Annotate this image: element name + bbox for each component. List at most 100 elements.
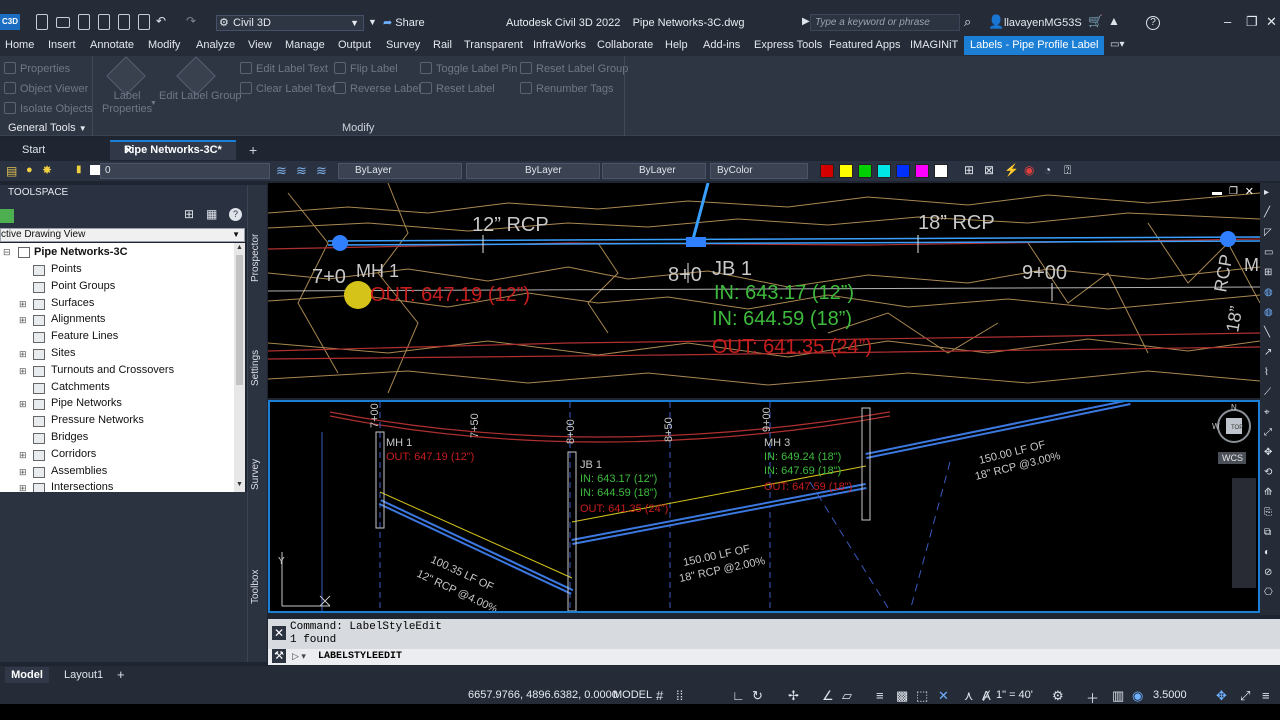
zoom-icon[interactable]: ◉ (1132, 688, 1143, 704)
jb1-out-label[interactable]: OUT: 641.35 (24") (580, 503, 668, 515)
wrench-icon[interactable]: ⚒ (272, 649, 286, 663)
structure-label-jb1[interactable]: JB 1 (580, 459, 602, 471)
mh1-out-label[interactable]: OUT: 647.19 (12”) (370, 284, 530, 306)
user-menu[interactable]: llavayenMG53S (1004, 17, 1082, 29)
tab-labels-pipe-profile-label[interactable]: Labels - Pipe Profile Label (964, 36, 1105, 55)
flip-label-button[interactable]: Flip Label (334, 62, 398, 75)
linetype-select[interactable]: ByLayer (466, 163, 600, 179)
grip-handle[interactable] (1220, 231, 1236, 247)
tab-survey[interactable]: Survey (386, 39, 420, 51)
restore-button[interactable]: ❐ (1246, 14, 1258, 30)
color-swatch[interactable] (839, 164, 853, 178)
tab-add-ins[interactable]: Add-ins (703, 39, 740, 51)
clear-label-text-button[interactable]: Clear Label Text (240, 82, 335, 95)
scroll-down-icon[interactable]: ▼ (236, 481, 243, 488)
viewport-minimize-icon[interactable]: ▬ (1212, 187, 1222, 198)
color-swatch[interactable] (858, 164, 872, 178)
scroll-up-icon[interactable]: ▲ (236, 244, 243, 251)
save-as-icon[interactable] (98, 14, 110, 30)
color-swatch[interactable] (915, 164, 929, 178)
plot-icon[interactable] (138, 14, 150, 30)
tree-item-turnouts-and-crossovers[interactable]: Turnouts and Crossovers (51, 364, 174, 376)
lineweight-select[interactable]: ByLayer (602, 163, 706, 179)
help-icon[interactable]: ? (229, 208, 242, 221)
tool-icon[interactable]: ▸ (1264, 187, 1269, 198)
expand-icon[interactable]: ⊞ (19, 349, 27, 360)
collapse-icon[interactable]: ⊟ (3, 247, 11, 258)
close-button[interactable]: ✕ (1266, 14, 1277, 30)
tree-item-assemblies[interactable]: Assemblies (51, 465, 107, 477)
new-tab-button[interactable]: + (249, 142, 257, 158)
tab-featured-apps[interactable]: Featured Apps (829, 39, 901, 51)
cart-icon[interactable]: 🛒 (1088, 14, 1103, 28)
viewport-maximize-icon[interactable]: ❐ (1229, 186, 1238, 197)
tool-icon[interactable]: ⟲ (1264, 467, 1272, 478)
grip-handle[interactable] (686, 237, 706, 247)
toolspace-view-select[interactable]: ctive Drawing View ▼ (0, 228, 245, 242)
tab-analyze[interactable]: Analyze (196, 39, 235, 51)
open-from-web-icon[interactable] (118, 14, 130, 30)
mh3-out-label[interactable]: OUT: 647.59 (18") (764, 481, 852, 493)
workspace-icon[interactable]: ▥ (1112, 688, 1124, 704)
lineweight-icon[interactable]: ≡ (876, 688, 884, 703)
tool-icon[interactable]: ⚡ (1004, 163, 1019, 177)
color-swatch[interactable] (896, 164, 910, 178)
tree-view-icon[interactable]: ⊞ (184, 207, 194, 221)
tree-item-intersections[interactable]: Intersections (51, 481, 113, 492)
side-tab-prospector[interactable]: Prospector (250, 234, 261, 282)
grip-handle[interactable] (332, 235, 348, 251)
tree-item-catchments[interactable]: Catchments (51, 381, 110, 393)
command-input[interactable]: LABELSTYLEEDIT (318, 651, 402, 662)
model-space-button[interactable]: MODEL (613, 689, 652, 701)
tree-item-points[interactable]: Points (51, 263, 82, 275)
tool-icon[interactable]: ◔ (1044, 163, 1051, 177)
save-icon[interactable] (78, 14, 90, 30)
osnap-icon[interactable]: ✢ (788, 688, 799, 704)
tree-item-surfaces[interactable]: Surfaces (51, 297, 94, 309)
object-viewer-button[interactable]: Object Viewer (4, 82, 88, 95)
tab-annotate[interactable]: Annotate (90, 39, 134, 51)
share-button[interactable]: ➦ Share (383, 16, 425, 29)
side-tab-settings[interactable]: Settings (250, 350, 261, 386)
coordinates-readout[interactable]: 6657.9766, 4896.6382, 0.0000 (468, 689, 618, 701)
reverse-label-button[interactable]: Reverse Label (334, 82, 421, 95)
tab-help[interactable]: Help (665, 39, 688, 51)
layout1-tab[interactable]: Layout1 (64, 669, 103, 681)
annotation-scale-icon[interactable]: ⋏ (964, 688, 974, 704)
viewport-close-icon[interactable]: ✕ (1245, 185, 1254, 198)
expand-icon[interactable]: ⊞ (19, 299, 27, 310)
layer-tools-icon[interactable]: ≋ (316, 163, 327, 179)
tool-icon[interactable]: ◉ (1024, 163, 1034, 177)
tree-item-sites[interactable]: Sites (51, 347, 75, 359)
tool-icon[interactable]: ◸ (1264, 227, 1272, 238)
selection-cycling-icon[interactable]: ⬚ (916, 688, 928, 704)
tree-item-feature-lines[interactable]: Feature Lines (51, 330, 118, 342)
tool-icon[interactable]: ⎘ (1264, 507, 1272, 518)
tool-icon[interactable]: ⌇ (1264, 367, 1269, 378)
tool-icon[interactable]: ⟰ (1264, 487, 1272, 498)
redo-icon[interactable]: ↷ (186, 14, 202, 30)
tab-insert[interactable]: Insert (48, 39, 76, 51)
tree-item-pressure-networks[interactable]: Pressure Networks (51, 414, 144, 426)
color-swatch[interactable] (934, 164, 948, 178)
otrack-icon[interactable]: ∠ (822, 688, 834, 704)
annotation-monitor-icon[interactable]: ✕ (938, 688, 949, 704)
label-properties-button[interactable]: Label Properties (102, 90, 152, 116)
tool-icon[interactable]: ↗ (1264, 347, 1272, 358)
color-swatch[interactable] (877, 164, 891, 178)
undo-icon[interactable]: ↶ (156, 14, 172, 30)
tab-imaginit[interactable]: IMAGINiT (910, 39, 958, 51)
color-swatch[interactable] (820, 164, 834, 178)
color-select[interactable]: ByLayer (338, 163, 462, 179)
workspace-select[interactable]: ⚙ Civil 3D ▼ (216, 15, 364, 31)
tool-icon[interactable]: ⊞ (1264, 267, 1272, 278)
grid-icon[interactable]: # (656, 688, 663, 703)
structure-label-jb1[interactable]: JB 1 (712, 258, 752, 280)
annotation-scale-select[interactable]: 1" = 40' (996, 689, 1033, 701)
structure-label-mh1[interactable]: MH 1 (386, 437, 412, 449)
tool-icon[interactable]: ╲ (1264, 327, 1270, 338)
tree-item-corridors[interactable]: Corridors (51, 448, 96, 460)
tool-icon[interactable]: ⊘ (1264, 567, 1272, 578)
tree-item-pipe-networks[interactable]: Pipe Networks (51, 397, 122, 409)
tab-transparent[interactable]: Transparent (464, 39, 523, 51)
